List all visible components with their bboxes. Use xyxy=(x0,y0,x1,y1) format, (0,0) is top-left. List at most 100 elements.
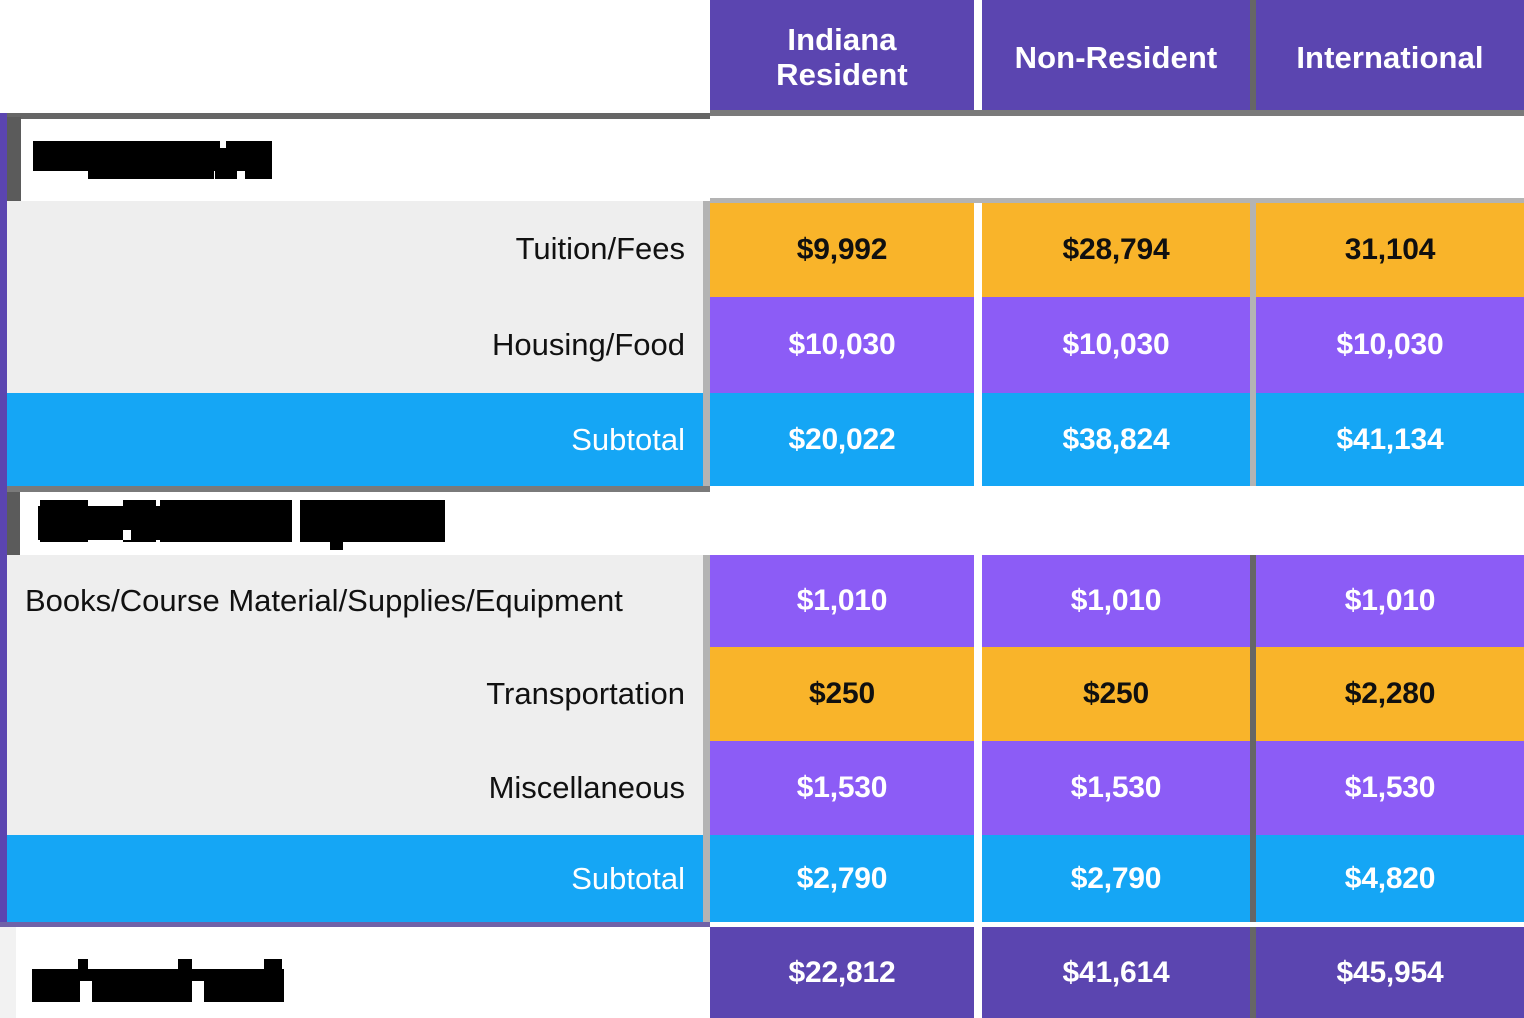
cell-transportation-non-resident: $250 xyxy=(982,647,1250,741)
row-label-subtotal-2: Subtotal xyxy=(7,835,703,922)
cell-miscellaneous-indiana: $1,530 xyxy=(710,741,974,835)
cell-value: $1,010 xyxy=(796,584,888,617)
cell-subtotal-1-non-resident: $38,824 xyxy=(982,393,1250,486)
cell-value: $1,530 xyxy=(1070,771,1162,804)
cell-subtotal-2-non-resident: $2,790 xyxy=(982,835,1250,922)
cell-transportation-international: $2,280 xyxy=(1256,647,1524,741)
cell-books-international: $1,010 xyxy=(1256,555,1524,647)
cell-value: $1,010 xyxy=(1344,584,1436,617)
total-row-label-redaction-b xyxy=(80,981,92,1003)
total-row-label-left-edge xyxy=(0,927,16,1018)
cell-value: 31,104 xyxy=(1344,233,1436,266)
cell-transportation-indiana: $250 xyxy=(710,647,974,741)
cell-books-non-resident: $1,010 xyxy=(982,555,1250,647)
total-row-label-redaction-c xyxy=(78,959,88,973)
section-2-left-border xyxy=(0,555,7,922)
cell-value: $20,022 xyxy=(788,422,896,456)
cell-value: $2,790 xyxy=(796,861,888,895)
cell-value: $10,030 xyxy=(1062,328,1170,361)
row-label-housing-food-text: Housing/Food xyxy=(491,327,685,362)
row-label-miscellaneous: Miscellaneous xyxy=(7,741,703,835)
row-label-books-course-material: Books/Course Material/Supplies/Equipment xyxy=(7,555,703,647)
section-2-title-redaction-g xyxy=(123,530,131,540)
label-data-gutter-section-2 xyxy=(703,555,710,922)
total-row-label-redaction-d xyxy=(178,959,192,973)
total-gutter-1 xyxy=(974,927,982,1018)
row-label-books-course-material-text: Books/Course Material/Supplies/Equipment xyxy=(25,583,623,618)
header-gutter-1 xyxy=(974,0,982,116)
cell-books-indiana: $1,010 xyxy=(710,555,974,647)
column-header-non-resident: Non-Resident xyxy=(982,0,1250,116)
cell-value: $10,030 xyxy=(788,328,896,361)
section-2-title-value-area xyxy=(710,492,1524,555)
cell-value: $1,530 xyxy=(1344,771,1436,804)
row-label-subtotal-2-text: Subtotal xyxy=(571,860,685,896)
total-row-label-redaction-a xyxy=(32,969,284,1002)
section-2-title-redaction-d xyxy=(160,500,292,542)
data-gutter-1-r2 xyxy=(974,297,982,393)
cell-value: $2,280 xyxy=(1344,677,1436,710)
data-gutter-1-r3 xyxy=(974,393,982,486)
column-header-indiana-resident-line1: Indiana xyxy=(787,22,897,58)
cell-value: $41,134 xyxy=(1336,422,1444,456)
section-1-title-redaction-f xyxy=(179,141,203,179)
cell-subtotal-1-indiana: $20,022 xyxy=(710,393,974,486)
cell-value: $4,820 xyxy=(1344,861,1436,895)
section-1-title-redaction-h xyxy=(245,141,272,179)
cell-value: $10,030 xyxy=(1336,328,1444,361)
cell-total-indiana: $22,812 xyxy=(710,927,974,1018)
row-label-tuition-fees-text: Tuition/Fees xyxy=(515,231,685,266)
cell-tuition-fees-indiana: $9,992 xyxy=(710,203,974,297)
cost-of-attendance-table: Indiana Resident Non-Resident Internatio… xyxy=(0,0,1524,1018)
section-1-title-redaction-g xyxy=(215,141,237,179)
section-2-title-redaction-f xyxy=(330,536,343,550)
section-1-title-redaction-i xyxy=(220,136,226,148)
column-header-international-line1: International xyxy=(1296,39,1484,75)
column-header-international: International xyxy=(1256,0,1524,116)
data-gutter-1-r5 xyxy=(974,647,982,741)
cell-miscellaneous-non-resident: $1,530 xyxy=(982,741,1250,835)
section-2-title-redaction-b xyxy=(40,500,88,542)
cell-value: $250 xyxy=(1083,677,1149,710)
cell-housing-food-non-resident: $10,030 xyxy=(982,297,1250,393)
cell-subtotal-2-international: $4,820 xyxy=(1256,835,1524,922)
row-label-subtotal-1: Subtotal xyxy=(7,393,703,486)
row-label-transportation: Transportation xyxy=(7,647,703,741)
total-row-label-redaction-f xyxy=(192,981,204,1003)
data-gutter-1-r4 xyxy=(974,555,982,647)
row-label-subtotal-1-text: Subtotal xyxy=(571,421,685,457)
label-data-gutter-section-1 xyxy=(703,201,710,486)
cell-total-non-resident: $41,614 xyxy=(982,927,1250,1018)
cell-housing-food-international: $10,030 xyxy=(1256,297,1524,393)
column-header-indiana-resident-line2: Resident xyxy=(776,57,908,92)
cell-tuition-fees-non-resident: $28,794 xyxy=(982,203,1250,297)
cell-value: $2,790 xyxy=(1070,861,1162,895)
cell-value: $250 xyxy=(809,677,875,710)
column-header-indiana-resident: Indiana Resident xyxy=(710,0,974,116)
cell-value: $45,954 xyxy=(1336,955,1444,989)
column-header-non-resident-line1: Non-Resident xyxy=(1014,39,1218,75)
cell-value: $22,812 xyxy=(788,955,896,989)
row-label-tuition-fees: Tuition/Fees xyxy=(7,201,703,297)
section-1-inner-left-rule xyxy=(7,117,21,201)
cell-tuition-fees-international: 31,104 xyxy=(1256,203,1524,297)
row-label-transportation-text: Transportation xyxy=(486,676,685,711)
cell-total-international: $45,954 xyxy=(1256,927,1524,1018)
cell-subtotal-1-international: $41,134 xyxy=(1256,393,1524,486)
cell-value: $28,794 xyxy=(1062,233,1170,266)
cell-value: $9,992 xyxy=(796,233,888,266)
row-label-miscellaneous-text: Miscellaneous xyxy=(488,770,685,805)
section-1-left-accent xyxy=(0,113,7,201)
cell-housing-food-indiana: $10,030 xyxy=(710,297,974,393)
cell-value: $1,010 xyxy=(1070,584,1162,617)
cell-value: $1,530 xyxy=(796,771,888,804)
cell-subtotal-2-indiana: $2,790 xyxy=(710,835,974,922)
data-gutter-1-r7 xyxy=(974,835,982,922)
total-row-label-redaction-e xyxy=(264,959,282,973)
row-label-housing-food: Housing/Food xyxy=(7,297,703,393)
section-1-left-border xyxy=(0,201,7,486)
cell-miscellaneous-international: $1,530 xyxy=(1256,741,1524,835)
cell-value: $38,824 xyxy=(1062,422,1170,456)
data-gutter-1-r1 xyxy=(974,203,982,297)
data-gutter-1-r6 xyxy=(974,741,982,835)
